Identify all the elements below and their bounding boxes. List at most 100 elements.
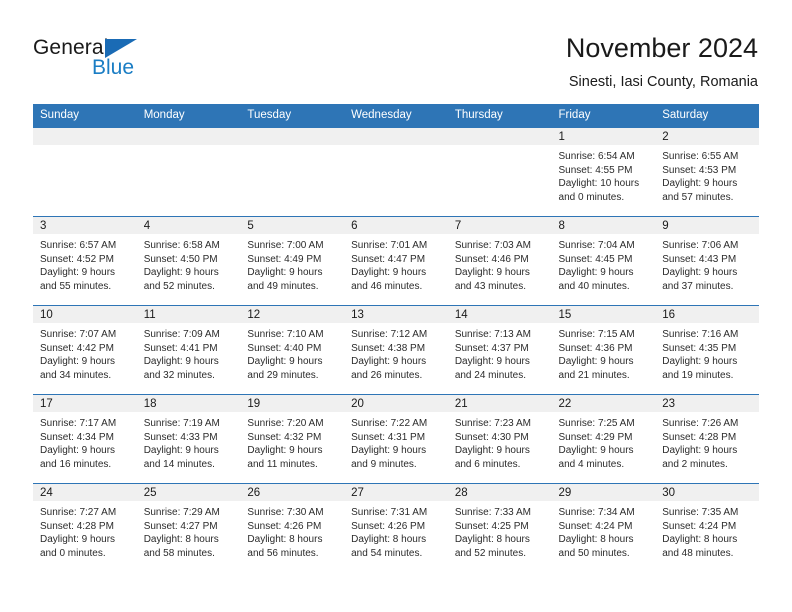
calendar-day-cell[interactable]: 24 Sunrise: 7:27 AM Sunset: 4:28 PM Dayligh… — [33, 483, 137, 573]
column-header-monday: Monday — [136, 104, 241, 128]
day-detail-line: Sunrise: 7:20 AM — [247, 418, 324, 429]
title-block: November 2024 Sinesti, Iasi County, Roma… — [566, 32, 758, 91]
day-detail-line: Sunrise: 7:10 AM — [247, 329, 324, 340]
calendar-day-cell[interactable]: 9 Sunrise: 7:06 AM Sunset: 4:43 PM Daylight… — [655, 216, 759, 306]
day-number — [136, 128, 241, 145]
day-details: Sunrise: 7:20 AM Sunset: 4:32 PM Daylight:… — [240, 412, 344, 471]
day-number: 9 — [655, 217, 759, 234]
calendar-day-cell[interactable]: 7 Sunrise: 7:03 AM Sunset: 4:46 PM Daylight… — [447, 216, 552, 306]
calendar-body: 1 Sunrise: 6:54 AM Sunset: 4:55 PM Daylight… — [33, 127, 759, 573]
day-detail-line: Sunset: 4:38 PM — [351, 342, 426, 354]
day-detail-line: Sunset: 4:28 PM — [662, 431, 737, 443]
calendar-day-cell[interactable]: 12 Sunrise: 7:10 AM Sunset: 4:40 PM Dayligh… — [240, 305, 345, 395]
calendar-day-cell[interactable]: 20 Sunrise: 7:22 AM Sunset: 4:31 PM Dayligh… — [344, 394, 448, 484]
calendar-day-cell[interactable]: 2 Sunrise: 6:55 AM Sunset: 4:53 PM Daylight… — [655, 127, 759, 217]
day-details: Sunrise: 6:55 AM Sunset: 4:53 PM Daylight:… — [655, 145, 759, 204]
day-detail-line: Sunset: 4:28 PM — [40, 520, 114, 532]
day-details: Sunrise: 7:15 AM Sunset: 4:36 PM Daylight:… — [552, 323, 656, 382]
calendar-day-cell[interactable]: 3 Sunrise: 6:57 AM Sunset: 4:52 PM Daylight… — [33, 216, 137, 306]
day-details: Sunrise: 7:12 AM Sunset: 4:38 PM Daylight:… — [344, 323, 448, 382]
calendar-day-cell[interactable]: 18 Sunrise: 7:19 AM Sunset: 4:33 PM Dayligh… — [136, 394, 241, 484]
calendar-day-cell[interactable]: 11 Sunrise: 7:09 AM Sunset: 4:41 PM Dayligh… — [136, 305, 241, 395]
day-detail-line: Daylight: 9 hours — [143, 445, 219, 457]
day-detail-line: and 52 minutes. — [143, 280, 215, 292]
day-detail-line: Sunrise: 7:17 AM — [40, 418, 117, 429]
day-detail-line: and 26 minutes. — [351, 369, 423, 381]
calendar-day-cell[interactable]: 5 Sunrise: 7:00 AM Sunset: 4:49 PM Daylight… — [240, 216, 345, 306]
day-detail-line: Sunrise: 7:35 AM — [662, 507, 739, 518]
day-detail-line: Daylight: 9 hours — [247, 445, 323, 457]
calendar-week-row: 3 Sunrise: 6:57 AM Sunset: 4:52 PM Daylight… — [33, 216, 759, 306]
day-detail-line: Sunset: 4:41 PM — [143, 342, 218, 354]
day-details: Sunrise: 7:22 AM Sunset: 4:31 PM Daylight:… — [344, 412, 448, 471]
day-detail-line: and 57 minutes. — [662, 191, 734, 203]
calendar-day-cell[interactable]: 23 Sunrise: 7:26 AM Sunset: 4:28 PM Dayligh… — [655, 394, 759, 484]
day-detail-line: Daylight: 9 hours — [40, 267, 116, 279]
calendar-day-cell[interactable]: 22 Sunrise: 7:25 AM Sunset: 4:29 PM Dayligh… — [551, 394, 656, 484]
calendar-day-cell[interactable]: 8 Sunrise: 7:04 AM Sunset: 4:45 PM Daylight… — [551, 216, 656, 306]
day-detail-line: Sunrise: 7:22 AM — [351, 418, 428, 429]
day-detail-line: and 54 minutes. — [351, 547, 423, 559]
day-detail-line: Sunset: 4:35 PM — [662, 342, 737, 354]
day-detail-line: Sunset: 4:55 PM — [558, 164, 633, 176]
day-detail-line: and 6 minutes. — [454, 458, 521, 470]
day-detail-line: Sunset: 4:46 PM — [454, 253, 529, 265]
calendar-table: Sunday Monday Tuesday Wednesday Thursday… — [33, 104, 759, 573]
day-number: 30 — [655, 484, 759, 501]
calendar-day-cell[interactable]: 25 Sunrise: 7:29 AM Sunset: 4:27 PM Dayligh… — [136, 483, 241, 573]
day-detail-line: and 4 minutes. — [558, 458, 625, 470]
day-detail-line: Sunrise: 7:06 AM — [662, 240, 739, 251]
calendar-day-cell[interactable]: 6 Sunrise: 7:01 AM Sunset: 4:47 PM Daylight… — [344, 216, 448, 306]
calendar-day-cell[interactable]: 19 Sunrise: 7:20 AM Sunset: 4:32 PM Dayligh… — [240, 394, 345, 484]
calendar-day-cell[interactable]: 15 Sunrise: 7:15 AM Sunset: 4:36 PM Dayligh… — [551, 305, 656, 395]
calendar-day-cell[interactable]: 1 Sunrise: 6:54 AM Sunset: 4:55 PM Daylight… — [551, 127, 656, 217]
day-number: 28 — [447, 484, 552, 501]
day-details: Sunrise: 7:29 AM Sunset: 4:27 PM Daylight:… — [137, 501, 241, 560]
day-number: 16 — [655, 306, 759, 323]
day-detail-line: Sunrise: 7:01 AM — [351, 240, 428, 251]
calendar-day-cell[interactable]: 29 Sunrise: 7:34 AM Sunset: 4:24 PM Dayligh… — [551, 483, 656, 573]
day-detail-line: and 2 minutes. — [662, 458, 728, 470]
calendar-day-cell[interactable]: 26 Sunrise: 7:30 AM Sunset: 4:26 PM Dayligh… — [240, 483, 345, 573]
day-number: 2 — [655, 128, 759, 145]
calendar-day-cell[interactable]: 16 Sunrise: 7:16 AM Sunset: 4:35 PM Dayligh… — [655, 305, 759, 395]
day-detail-line: Sunrise: 7:03 AM — [454, 240, 531, 251]
calendar-day-cell[interactable]: 4 Sunrise: 6:58 AM Sunset: 4:50 PM Daylight… — [136, 216, 241, 306]
calendar-day-cell[interactable]: 28 Sunrise: 7:33 AM Sunset: 4:25 PM Dayligh… — [447, 483, 552, 573]
day-number: 8 — [551, 217, 656, 234]
brand-logo[interactable]: General Blue — [33, 36, 243, 92]
calendar-day-cell[interactable]: 27 Sunrise: 7:31 AM Sunset: 4:26 PM Dayligh… — [344, 483, 448, 573]
calendar-day-cell[interactable]: 14 Sunrise: 7:13 AM Sunset: 4:37 PM Dayligh… — [447, 305, 552, 395]
calendar-day-cell[interactable]: 21 Sunrise: 7:23 AM Sunset: 4:30 PM Dayligh… — [447, 394, 552, 484]
day-details: Sunrise: 7:25 AM Sunset: 4:29 PM Daylight:… — [552, 412, 656, 471]
calendar-week-row: 10 Sunrise: 7:07 AM Sunset: 4:42 PM Dayligh… — [33, 305, 759, 395]
calendar-day-cell[interactable]: 17 Sunrise: 7:17 AM Sunset: 4:34 PM Dayligh… — [33, 394, 137, 484]
day-details: Sunrise: 7:07 AM Sunset: 4:42 PM Daylight:… — [33, 323, 137, 382]
calendar-day-cell[interactable]: 13 Sunrise: 7:12 AM Sunset: 4:38 PM Dayligh… — [344, 305, 448, 395]
day-details: Sunrise: 7:00 AM Sunset: 4:49 PM Daylight:… — [240, 234, 344, 293]
calendar-day-cell[interactable]: 30 Sunrise: 7:35 AM Sunset: 4:24 PM Dayligh… — [655, 483, 759, 573]
day-number: 22 — [551, 395, 656, 412]
column-header-friday: Friday — [551, 104, 656, 128]
calendar-cell-empty — [240, 127, 345, 217]
day-detail-line: and 37 minutes. — [662, 280, 734, 292]
day-detail-line: Daylight: 8 hours — [454, 534, 530, 546]
day-number: 21 — [447, 395, 552, 412]
day-details: Sunrise: 7:10 AM Sunset: 4:40 PM Daylight:… — [240, 323, 344, 382]
day-detail-line: Sunset: 4:43 PM — [662, 253, 737, 265]
day-detail-line: Daylight: 9 hours — [351, 356, 427, 368]
calendar-week-row: 1 Sunrise: 6:54 AM Sunset: 4:55 PM Daylight… — [33, 127, 759, 217]
day-detail-line: Sunrise: 7:13 AM — [454, 329, 531, 340]
day-number: 18 — [136, 395, 241, 412]
day-details: Sunrise: 7:35 AM Sunset: 4:24 PM Daylight:… — [655, 501, 759, 560]
calendar-week-row: 24 Sunrise: 7:27 AM Sunset: 4:28 PM Dayligh… — [33, 483, 759, 573]
calendar-day-cell[interactable]: 10 Sunrise: 7:07 AM Sunset: 4:42 PM Dayligh… — [33, 305, 137, 395]
day-details: Sunrise: 6:58 AM Sunset: 4:50 PM Daylight:… — [137, 234, 241, 293]
day-detail-line: Sunset: 4:26 PM — [351, 520, 426, 532]
calendar-page: General Blue November 2024 Sinesti, Iasi… — [0, 0, 792, 612]
day-details: Sunrise: 7:26 AM Sunset: 4:28 PM Daylight:… — [655, 412, 759, 471]
day-detail-line: Sunrise: 7:09 AM — [143, 329, 220, 340]
day-detail-line: Daylight: 8 hours — [351, 534, 427, 546]
day-detail-line: Sunset: 4:29 PM — [558, 431, 633, 443]
day-number: 14 — [447, 306, 552, 323]
